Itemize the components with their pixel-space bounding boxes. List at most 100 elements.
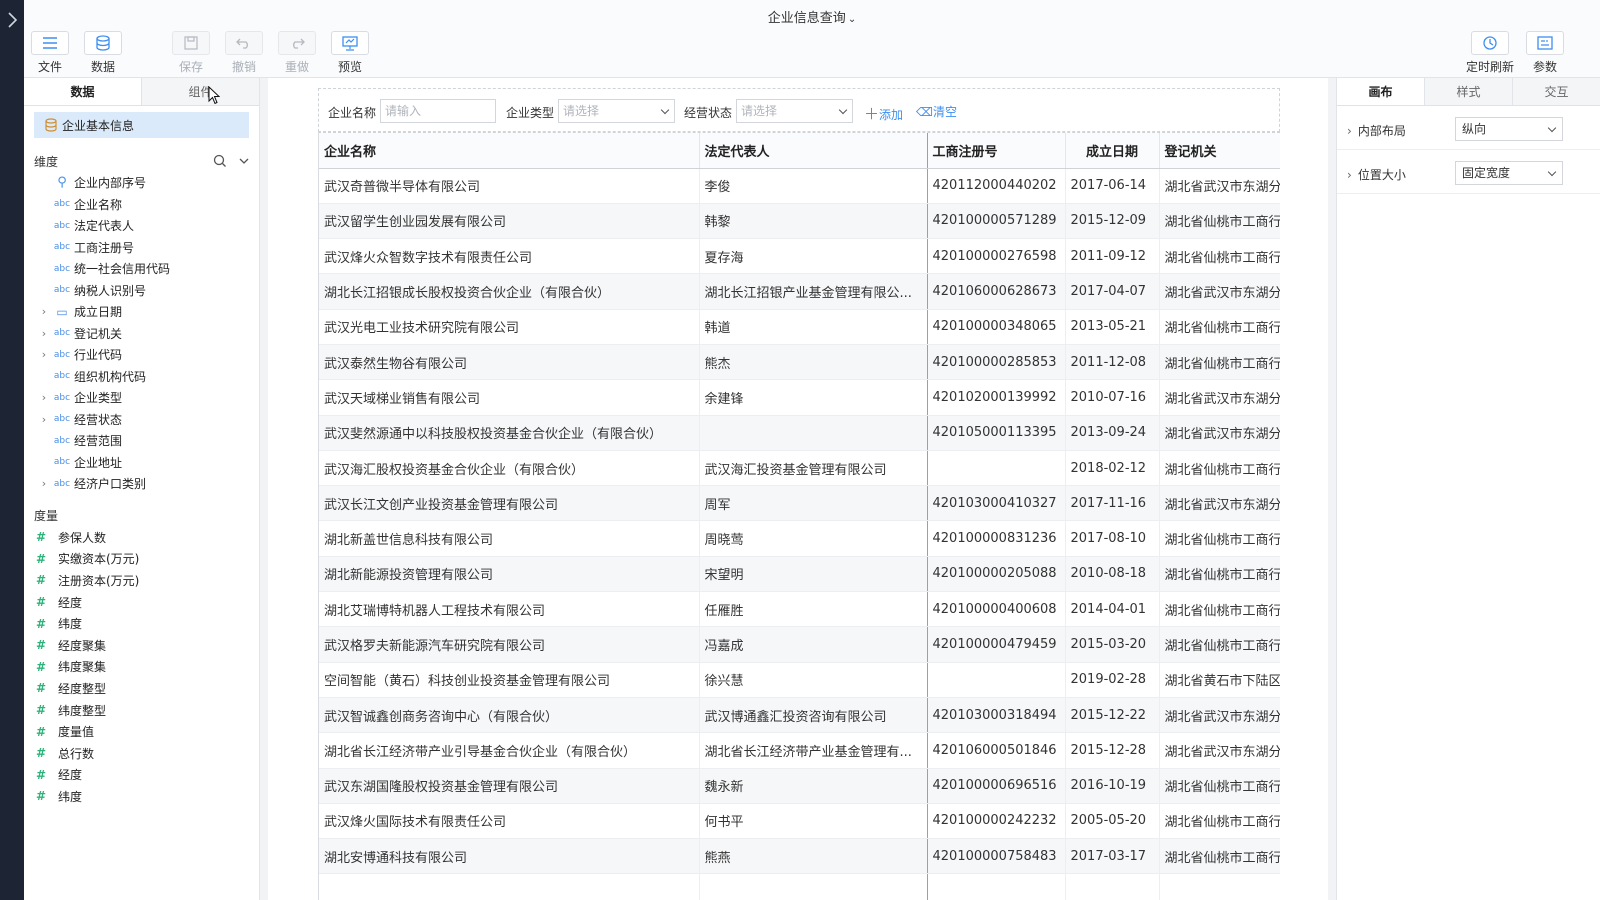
table-row[interactable]: 武汉海汇股权投资基金合伙企业（有限合伙） 武汉海汇投资基金管理有限公司 2018-0…: [319, 450, 1280, 487]
dimension-item[interactable]: › abc 企业类型: [24, 387, 259, 409]
dimension-item[interactable]: › abc 经济户口类别: [24, 473, 259, 495]
dimension-item[interactable]: abc 组织机构代码: [24, 366, 259, 388]
page-title[interactable]: 企业信息查询 ⌄: [24, 7, 1600, 26]
table-row[interactable]: 湖北长江招银成长股权投资合伙企业（有限合伙） 湖北长江招银产业基金管理有限公...…: [319, 273, 1280, 310]
business-status-select[interactable]: 请选择: [736, 99, 853, 123]
measure-item[interactable]: # 经度: [24, 591, 259, 613]
tab-interaction[interactable]: 交互: [1512, 78, 1600, 105]
scheduled-refresh-label: 定时刷新: [1465, 60, 1514, 74]
table-row[interactable]: 湖北艾瑞博特机器人工程技术有限公司 任雁胜 420100000400608 2014-…: [319, 591, 1280, 628]
filter-bar: 企业名称 请输入 企业类型 请选择 经营状态 请选择 ＋添加 ⌫清空: [318, 88, 1280, 132]
chevron-right-icon[interactable]: ›: [38, 391, 50, 404]
dimension-item[interactable]: › abc 登记机关: [24, 323, 259, 345]
chevron-right-icon[interactable]: [5, 10, 19, 30]
company-type-select[interactable]: 请选择: [558, 99, 675, 123]
chevron-right-icon[interactable]: ›: [38, 413, 50, 426]
dimension-item[interactable]: › abc 行业代码: [24, 344, 259, 366]
table-row[interactable]: 武汉天域梯业销售有限公司 余建锋 420102000139992 2010-07-16…: [319, 379, 1280, 416]
add-filter-button[interactable]: ＋添加: [864, 103, 903, 124]
data-button[interactable]: 数据: [82, 31, 124, 75]
tab-style[interactable]: 样式: [1424, 78, 1512, 105]
undo-button[interactable]: 撤销: [223, 31, 265, 75]
table-row[interactable]: 武汉东湖国隆股权投资基金管理有限公司 魏永新 420100000696516 2016…: [319, 768, 1280, 804]
dimension-label: 企业内部序号: [74, 176, 147, 191]
chevron-right-icon[interactable]: ›: [38, 327, 50, 340]
table-row[interactable]: 武汉泰然生物谷有限公司 熊杰 420100000285853 2011-12-08 湖北…: [319, 344, 1280, 381]
text-type-icon: abc: [53, 263, 71, 274]
dimension-item[interactable]: abc 企业地址: [24, 452, 259, 474]
tab-data[interactable]: 数据: [24, 78, 142, 105]
table-row[interactable]: 湖北新盖世信息科技有限公司 周晓莺 420100000831236 2017-08-1…: [319, 520, 1280, 557]
eraser-icon: ⌫: [916, 105, 933, 119]
tab-canvas[interactable]: 画布: [1337, 78, 1424, 105]
table-row[interactable]: 武汉长江文创产业投资基金管理有限公司 周军 420103000410327 2017-…: [319, 485, 1280, 522]
column-header[interactable]: 登记机关: [1159, 133, 1280, 169]
measure-item[interactable]: # 参保人数: [24, 527, 259, 549]
table-row[interactable]: 武汉烽火众智数字技术有限责任公司 夏存海 420100000276598 2011-0…: [319, 238, 1280, 275]
column-header[interactable]: 工商注册号: [927, 133, 1066, 169]
table-row[interactable]: 武汉斐然源通中以科技股权投资基金合伙企业（有限合伙） 42010500011339…: [319, 415, 1280, 451]
measure-item[interactable]: # 经度整型: [24, 678, 259, 700]
table-cell: 何书平: [699, 803, 928, 840]
measure-item[interactable]: # 度量值: [24, 721, 259, 743]
file-button[interactable]: 文件: [29, 31, 71, 75]
dimension-item[interactable]: abc 统一社会信用代码: [24, 258, 259, 280]
measure-item[interactable]: # 纬度整型: [24, 699, 259, 721]
dimension-item[interactable]: abc 纳税人识别号: [24, 280, 259, 302]
redo-icon: [293, 38, 305, 49]
column-header[interactable]: 企业名称: [319, 133, 700, 169]
table-row[interactable]: 武汉留学生创业园发展有限公司 韩黎 420100000571289 2015-12-0…: [319, 203, 1280, 240]
search-icon[interactable]: [213, 154, 227, 168]
dimension-item[interactable]: ⚲ 企业内部序号: [24, 172, 259, 194]
measure-item[interactable]: # 经度聚集: [24, 634, 259, 656]
measure-item[interactable]: # 实缴资本(万元): [24, 548, 259, 570]
table-row[interactable]: 武汉格罗夫新能源汽车研究院有限公司 冯嘉成 420100000479459 2015-…: [319, 626, 1280, 663]
table-row[interactable]: 空间智能（黄石）科技创业投资基金管理有限公司 徐兴慧 2019-02-28 湖北省黄石…: [319, 662, 1280, 698]
parameter-button[interactable]: 参数: [1524, 31, 1566, 75]
measure-item[interactable]: # 纬度: [24, 613, 259, 635]
dimension-label: 经营状态: [74, 412, 123, 427]
size-select[interactable]: 固定宽度: [1455, 161, 1563, 185]
table-row[interactable]: 湖北安博通科技有限公司 熊燕 420100000758483 2017-03-17 湖北…: [319, 838, 1280, 875]
measure-item[interactable]: # 注册资本(万元): [24, 570, 259, 592]
company-name-input[interactable]: 请输入: [380, 99, 496, 123]
tab-component[interactable]: 组件: [142, 78, 259, 105]
measure-item[interactable]: # 纬度: [24, 786, 259, 808]
dimension-label: 企业类型: [74, 391, 123, 406]
column-header[interactable]: 法定代表人: [699, 133, 928, 169]
table-row[interactable]: 武汉光电工业技术研究院有限公司 韩道 420100000348065 2013-05-…: [319, 309, 1280, 345]
dimension-item[interactable]: abc 企业名称: [24, 194, 259, 216]
table-row[interactable]: [319, 873, 1280, 900]
chevron-right-icon[interactable]: ›: [38, 348, 50, 361]
table-row[interactable]: 武汉智诚鑫创商务咨询中心（有限合伙） 武汉博通鑫汇投资咨询有限公司 42010300…: [319, 697, 1280, 734]
table-row[interactable]: 武汉奇普微半导体有限公司 李俊 420112000440202 2017-06-14 湖…: [319, 168, 1280, 204]
measure-label: 纬度: [58, 789, 83, 804]
dimension-item[interactable]: › abc 经营状态: [24, 409, 259, 431]
table-cell: 宋望明: [699, 556, 928, 593]
scheduled-refresh-button[interactable]: 定时刷新: [1465, 31, 1515, 75]
measure-item[interactable]: # 纬度聚集: [24, 656, 259, 678]
dimension-item[interactable]: abc 经营范围: [24, 430, 259, 452]
clear-filter-button[interactable]: ⌫清空: [916, 103, 957, 120]
dimension-item[interactable]: › ▭ 成立日期: [24, 301, 259, 323]
chevron-down-icon[interactable]: [239, 157, 249, 165]
dimension-item[interactable]: abc 工商注册号: [24, 237, 259, 259]
chevron-right-icon[interactable]: ›: [38, 477, 50, 490]
size-property-label[interactable]: 位置大小: [1347, 166, 1406, 183]
dimension-item[interactable]: abc 法定代表人: [24, 215, 259, 237]
measure-item[interactable]: # 经度: [24, 764, 259, 786]
layout-select[interactable]: 纵向: [1455, 117, 1563, 141]
table-cell: 湖北省仙桃市工商行: [1159, 803, 1280, 840]
dataset-item[interactable]: 企业基本信息: [34, 112, 249, 138]
preview-button[interactable]: 预览: [329, 31, 371, 75]
save-button[interactable]: 保存: [170, 31, 212, 75]
table-row[interactable]: 湖北新能源投资管理有限公司 宋望明 420100000205088 2010-08-1…: [319, 556, 1280, 593]
redo-button[interactable]: 重做: [276, 31, 318, 75]
measure-item[interactable]: # 总行数: [24, 742, 259, 764]
column-header[interactable]: 成立日期: [1065, 133, 1160, 169]
table-row[interactable]: 湖北省长江经济带产业引导基金合伙企业（有限合伙） 湖北省长江经济带产业基金管理有.…: [319, 732, 1280, 769]
table-row[interactable]: 武汉烽火国际技术有限责任公司 何书平 420100000242232 2005-05-…: [319, 803, 1280, 840]
chevron-right-icon[interactable]: ›: [38, 305, 50, 318]
layout-property-label[interactable]: 内部布局: [1347, 122, 1406, 139]
table-cell: 420102000139992: [927, 379, 1066, 416]
